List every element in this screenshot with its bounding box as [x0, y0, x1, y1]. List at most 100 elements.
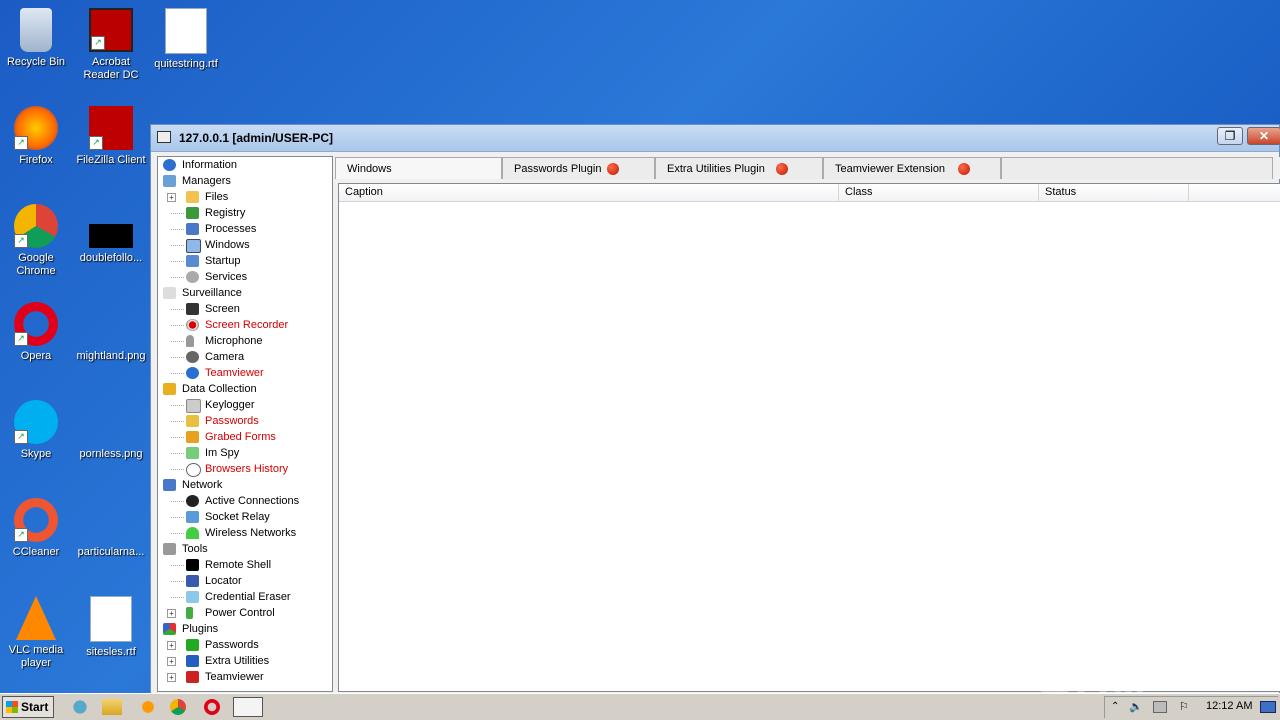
tree-item-startup[interactable]: Startup — [158, 253, 332, 269]
teamviewer-icon — [186, 367, 199, 379]
tree-label: Remote Shell — [205, 559, 272, 571]
desktop-icon-skype[interactable]: ↗ Skype — [0, 400, 72, 461]
desktop-icon-ccleaner[interactable]: ↗ CCleaner — [0, 498, 72, 559]
opera-taskbar-icon[interactable] — [204, 699, 220, 715]
tab-passwords-plugin[interactable]: Passwords Plugin — [502, 157, 655, 179]
desktop-icon-recycle-bin[interactable]: Recycle Bin — [0, 8, 72, 69]
show-desktop-icon[interactable] — [1260, 701, 1276, 713]
tree-item-managers[interactable]: Managers — [158, 173, 332, 189]
desktop-icon-label: particularna... — [77, 546, 145, 558]
status-dot-icon — [776, 163, 788, 175]
tree-item-plugin-extra-utilities[interactable]: + Extra Utilities — [158, 653, 332, 669]
plugin-green-icon — [186, 639, 199, 651]
column-header-class[interactable]: Class — [839, 184, 1039, 201]
tree-label: Files — [205, 191, 229, 203]
desktop-icon-vlc[interactable]: VLC media player — [0, 596, 72, 670]
desktop-icon-doublefollo[interactable]: doublefollo... — [75, 204, 147, 265]
tree-item-camera[interactable]: Camera — [158, 349, 332, 365]
tree-item-screen[interactable]: Screen — [158, 301, 332, 317]
tree-item-registry[interactable]: Registry — [158, 205, 332, 221]
close-button[interactable]: ✕ — [1247, 127, 1280, 145]
chrome-taskbar-icon[interactable] — [170, 699, 186, 715]
expand-icon[interactable]: + — [167, 641, 176, 650]
tree-item-plugins[interactable]: Plugins — [158, 621, 332, 637]
desktop-icon-particularna[interactable]: particularna... — [75, 498, 147, 559]
expand-icon[interactable]: + — [167, 657, 176, 666]
tree-item-im-spy[interactable]: Im Spy — [158, 445, 332, 461]
desktop-icon-mightland[interactable]: mightland.png — [75, 302, 147, 363]
tree-item-wireless-networks[interactable]: Wireless Networks — [158, 525, 332, 541]
tree-label: Extra Utilities — [205, 655, 270, 667]
desktop-icon-label: CCleaner — [12, 546, 60, 558]
desktop-icon-opera[interactable]: ↗ Opera — [0, 302, 72, 363]
rat-client-taskbar-button[interactable] — [233, 697, 263, 717]
clock[interactable]: 12:12 AM — [1206, 700, 1252, 712]
tree-item-microphone[interactable]: Microphone — [158, 333, 332, 349]
tree-item-surveillance[interactable]: Surveillance — [158, 285, 332, 301]
explorer-folder-icon[interactable] — [102, 699, 122, 715]
gear-icon — [186, 271, 199, 283]
rat-client-window: 127.0.0.1 [admin/USER-PC] ❐ ✕ Informatio… — [150, 124, 1280, 694]
tree-label: Services — [205, 271, 248, 283]
window-menu-icon[interactable] — [157, 131, 171, 143]
tree-item-plugin-teamviewer[interactable]: + Teamviewer — [158, 669, 332, 685]
tree-item-credential-eraser[interactable]: Credential Eraser — [158, 589, 332, 605]
tree-item-power-control[interactable]: + Power Control — [158, 605, 332, 621]
internet-explorer-icon[interactable] — [68, 697, 92, 717]
tree-item-teamviewer[interactable]: Teamviewer — [158, 365, 332, 381]
desktop-icon-firefox[interactable]: ↗ Firefox — [0, 106, 72, 167]
desktop-icon-sitesles[interactable]: sitesles.rtf — [75, 596, 147, 659]
battery-icon — [186, 607, 193, 619]
tree-item-files[interactable]: + Files — [158, 189, 332, 205]
navigation-tree[interactable]: Information Managers + Files Registry Pro… — [157, 156, 333, 692]
tree-item-passwords[interactable]: Passwords — [158, 413, 332, 429]
tree-item-browsers-history[interactable]: Browsers History — [158, 461, 332, 477]
tab-windows[interactable]: Windows — [335, 157, 502, 179]
action-center-flag-icon[interactable]: ⚐ — [1179, 700, 1189, 713]
column-header-caption[interactable]: Caption — [339, 184, 839, 201]
expand-icon[interactable]: + — [167, 673, 176, 682]
window-titlebar[interactable]: 127.0.0.1 [admin/USER-PC] ❐ ✕ — [151, 125, 1280, 152]
desktop-icon-acrobat[interactable]: ↗ Acrobat Reader DC — [75, 8, 147, 82]
desktop-icon-pornless[interactable]: pornless.png — [75, 400, 147, 461]
column-header-status[interactable]: Status — [1039, 184, 1189, 201]
window-title: 127.0.0.1 [admin/USER-PC] — [179, 131, 334, 145]
chrome-icon: ↗ — [14, 204, 58, 248]
tree-item-locator[interactable]: Locator — [158, 573, 332, 589]
network-tray-icon[interactable] — [1153, 701, 1167, 713]
tab-label: Extra Utilities Plugin — [667, 163, 765, 175]
maximize-button[interactable]: ❐ — [1217, 127, 1243, 145]
tree-item-network[interactable]: Network — [158, 477, 332, 493]
desktop-icon-quitestring[interactable]: quitestring.rtf — [150, 8, 222, 71]
tree-item-keylogger[interactable]: Keylogger — [158, 397, 332, 413]
tree-item-information[interactable]: Information — [158, 157, 332, 173]
desktop-icon-filezilla[interactable]: ↗ FileZilla Client — [75, 106, 147, 167]
tree-item-data-collection[interactable]: Data Collection — [158, 381, 332, 397]
expand-icon[interactable]: + — [167, 193, 176, 202]
tree-item-processes[interactable]: Processes — [158, 221, 332, 237]
tab-extra-utilities-plugin[interactable]: Extra Utilities Plugin — [655, 157, 823, 179]
file-thumbnail-icon — [89, 224, 133, 248]
start-button[interactable]: Start — [2, 696, 54, 718]
tree-item-active-connections[interactable]: Active Connections — [158, 493, 332, 509]
ccleaner-icon: ↗ — [14, 498, 58, 542]
windows-logo-icon — [6, 701, 18, 713]
tree-item-grabed-forms[interactable]: Grabed Forms — [158, 429, 332, 445]
tree-item-services[interactable]: Services — [158, 269, 332, 285]
media-player-icon[interactable] — [136, 697, 160, 717]
tab-teamviewer-extension[interactable]: Teamviewer Extension — [823, 157, 1001, 179]
desktop-icon-chrome[interactable]: ↗ Google Chrome — [0, 204, 72, 278]
volume-icon[interactable]: 🔈 — [1129, 700, 1143, 713]
tray-expand-icon[interactable]: ⌃ — [1111, 701, 1119, 712]
tree-label: Screen — [205, 303, 240, 315]
tree-item-tools[interactable]: Tools — [158, 541, 332, 557]
tree-item-socket-relay[interactable]: Socket Relay — [158, 509, 332, 525]
expand-icon[interactable]: + — [167, 609, 176, 618]
tree-item-windows[interactable]: Windows — [158, 237, 332, 253]
desktop-icon-label: VLC media player — [8, 644, 64, 669]
tree-item-screen-recorder[interactable]: Screen Recorder — [158, 317, 332, 333]
tree-item-remote-shell[interactable]: Remote Shell — [158, 557, 332, 573]
tree-item-plugin-passwords[interactable]: + Passwords — [158, 637, 332, 653]
tree-label: Registry — [205, 207, 246, 219]
tree-label: Keylogger — [205, 399, 255, 411]
